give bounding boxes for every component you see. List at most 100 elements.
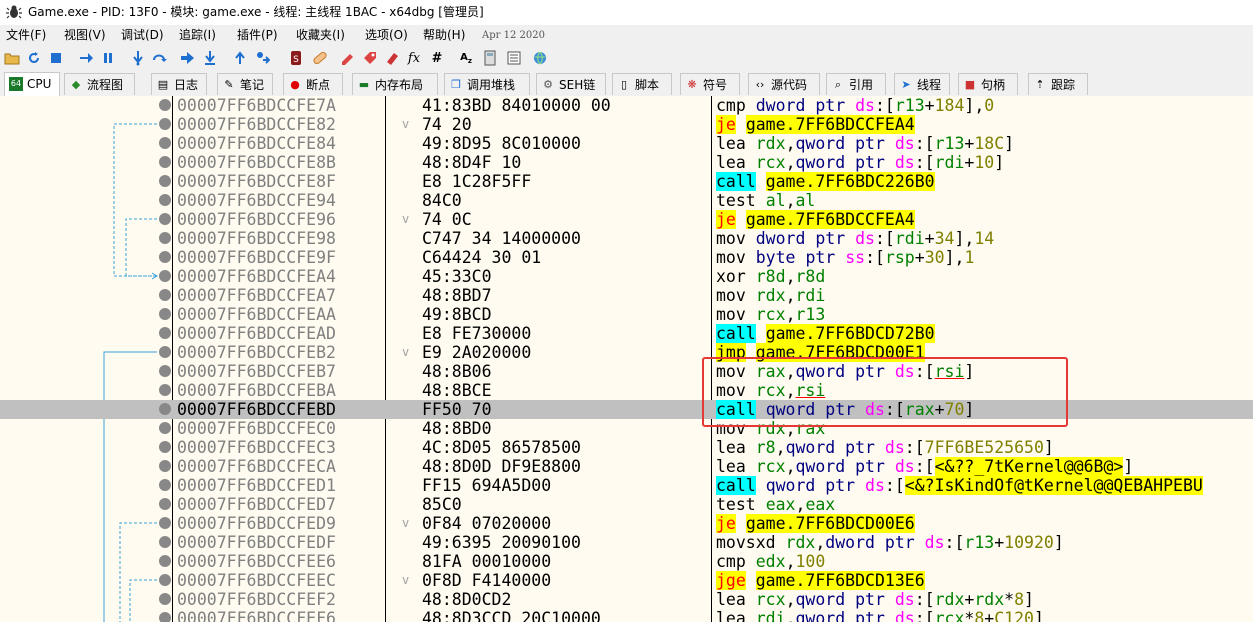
hash-icon[interactable]: # — [428, 50, 444, 66]
tab-graph[interactable]: ◆ 流程图 — [64, 73, 135, 95]
tab-trace[interactable]: ⇡ 跟踪 — [1028, 73, 1088, 95]
open-icon[interactable] — [4, 50, 20, 66]
memory-map-icon[interactable] — [506, 50, 522, 66]
breakpoint-dot-icon[interactable] — [159, 384, 171, 396]
breakpoint-dot-icon[interactable] — [159, 422, 171, 434]
tab-call-stack[interactable]: ❐ 调用堆栈 — [444, 73, 530, 95]
menu-options[interactable]: 选项(O) — [365, 25, 408, 46]
table-row[interactable]: 00007FF6BDCCFE98 C747 34 14000000 mov dwor… — [0, 229, 1253, 248]
breakpoint-dot-icon[interactable] — [159, 593, 171, 605]
table-row[interactable]: 00007FF6BDCCFEA4 45:33C0 xor r8d,r8d — [0, 267, 1253, 286]
memory-icon: ▬ — [358, 78, 370, 91]
table-row[interactable]: 00007FF6BDCCFE96 v 74 0C je game.7FF6BDCCFE… — [0, 210, 1253, 229]
stop-icon[interactable] — [48, 50, 64, 66]
breakpoint-dot-icon[interactable] — [159, 498, 171, 510]
table-row[interactable]: 00007FF6BDCCFED1 FF15 694A5D00 call qword … — [0, 476, 1253, 495]
run-icon[interactable] — [78, 50, 94, 66]
step-over-icon[interactable] — [152, 50, 168, 66]
table-row[interactable]: 00007FF6BDCCFE94 84C0 test al,al — [0, 191, 1253, 210]
pause-icon[interactable] — [100, 50, 116, 66]
table-row[interactable]: 00007FF6BDCCFECA 48:8D0D DF9E8800 lea rcx,… — [0, 457, 1253, 476]
breakpoint-dot-icon[interactable] — [159, 289, 171, 301]
table-row[interactable]: 00007FF6BDCCFE8B 48:8D4F 10 lea rcx,qword … — [0, 153, 1253, 172]
table-row[interactable]: 00007FF6BDCCFE8F E8 1C28F5FF call game.7FF… — [0, 172, 1253, 191]
breakpoint-dot-icon[interactable] — [159, 327, 171, 339]
menu-file[interactable]: 文件(F) — [6, 25, 46, 46]
tab-references[interactable]: ⌕ 引用 — [826, 73, 886, 95]
table-row[interactable]: 00007FF6BDCCFEC3 4C:8D05 86578500 lea r8,q… — [0, 438, 1253, 457]
font-size-icon[interactable]: Az — [458, 50, 474, 66]
table-row[interactable]: 00007FF6BDCCFE84 49:8D95 8C010000 lea rdx,… — [0, 134, 1253, 153]
table-row[interactable]: 00007FF6BDCCFEF2 48:8D0CD2 lea rcx,qword p… — [0, 590, 1253, 609]
tab-threads[interactable]: ➤ 线程 — [894, 73, 950, 95]
breakpoint-dot-icon[interactable] — [159, 479, 171, 491]
restart-icon[interactable] — [26, 50, 42, 66]
comments-icon[interactable] — [340, 50, 356, 66]
table-row[interactable]: 00007FF6BDCCFEE6 81FA 00010000 cmp edx,100 — [0, 552, 1253, 571]
breakpoint-dot-icon[interactable] — [159, 156, 171, 168]
menu-debug[interactable]: 调试(D) — [121, 25, 164, 46]
table-row[interactable]: 00007FF6BDCCFED7 85C0 test eax,eax — [0, 495, 1253, 514]
menu-trace[interactable]: 追踪(I) — [179, 25, 216, 46]
menu-plugins[interactable]: 插件(P) — [237, 25, 278, 46]
calculator-icon[interactable] — [482, 50, 498, 66]
breakpoint-dot-icon[interactable] — [159, 175, 171, 187]
trace-over-icon[interactable] — [202, 50, 218, 66]
table-row[interactable]: 00007FF6BDCCFEEC v 0F8D F4140000 jge game.7… — [0, 571, 1253, 590]
run-to-user-code-icon[interactable] — [254, 50, 270, 66]
tab-handles[interactable]: ■ 句柄 — [958, 73, 1018, 95]
tab-symbols[interactable]: ❋ 符号 — [680, 73, 740, 95]
breakpoint-dot-icon[interactable] — [159, 99, 171, 111]
tab-memory-map[interactable]: ▬ 内存布局 — [352, 73, 438, 95]
table-row[interactable]: 00007FF6BDCCFE82 v 74 20 je game.7FF6BDCCFE… — [0, 115, 1253, 134]
trace-into-icon[interactable] — [180, 50, 196, 66]
step-into-icon[interactable] — [130, 50, 146, 66]
disassembly-view[interactable]: 00007FF6BDCCFE7A 41:83BD 84010000 00 cmp d… — [0, 96, 1253, 622]
breakpoint-dot-icon[interactable] — [159, 555, 171, 567]
labels-icon[interactable] — [362, 50, 378, 66]
table-row[interactable]: 00007FF6BDCCFEAA 49:8BCD mov rcx,r13 — [0, 305, 1253, 324]
breakpoint-dot-icon[interactable] — [159, 346, 171, 358]
tab-source[interactable]: ‹› 源代码 — [748, 73, 820, 95]
breakpoint-dot-icon[interactable] — [159, 460, 171, 472]
table-row[interactable]: 00007FF6BDCCFE7A 41:83BD 84010000 00 cmp d… — [0, 96, 1253, 115]
table-row[interactable]: 00007FF6BDCCFEAD E8 FE730000 call game.7FF… — [0, 324, 1253, 343]
scylla-icon[interactable]: S — [288, 50, 304, 66]
table-row[interactable]: 00007FF6BDCCFED9 v 0F84 07020000 je game.7F… — [0, 514, 1253, 533]
table-row[interactable]: 00007FF6BDCCFEDF 49:6395 20090100 movsxd r… — [0, 533, 1253, 552]
breakpoint-dot-icon[interactable] — [159, 213, 171, 225]
execute-till-return-icon[interactable] — [232, 50, 248, 66]
tab-notes[interactable]: ✎ 笔记 — [217, 73, 273, 95]
patch-icon[interactable] — [312, 50, 328, 66]
table-row[interactable]: 00007FF6BDCCFEF6 48:8D3CCD 20C10000 lea rd… — [0, 609, 1253, 622]
breakpoint-dot-icon[interactable] — [159, 270, 171, 282]
tab-breakpoints[interactable]: ● 断点 — [283, 73, 343, 95]
table-row[interactable]: 00007FF6BDCCFE9F C64424 30 01 mov byte ptr… — [0, 248, 1253, 267]
tab-seh[interactable]: ⚙ SEH链 — [536, 73, 606, 95]
breakpoint-dot-icon[interactable] — [159, 232, 171, 244]
tab-cpu[interactable]: 64 CPU — [4, 72, 60, 96]
breakpoint-dot-icon[interactable] — [159, 574, 171, 586]
breakpoint-dot-icon[interactable] — [159, 308, 171, 320]
menu-favourites[interactable]: 收藏夹(I) — [296, 25, 345, 46]
breakpoint-dot-icon[interactable] — [159, 118, 171, 130]
table-row[interactable]: 00007FF6BDCCFEA7 48:8BD7 mov rdx,rdi — [0, 286, 1253, 305]
breakpoint-dot-icon[interactable] — [159, 536, 171, 548]
breakpoint-dot-icon[interactable] — [159, 612, 171, 622]
breakpoint-dot-icon[interactable] — [159, 194, 171, 206]
instruction-cell: lea rcx,qword ptr ds:[rdx+rdx*8] — [716, 590, 1034, 609]
breakpoint-dot-icon[interactable] — [159, 441, 171, 453]
breakpoint-dot-icon[interactable] — [159, 365, 171, 377]
menu-view[interactable]: 视图(V) — [64, 25, 106, 46]
online-icon[interactable] — [532, 50, 548, 66]
tab-log[interactable]: ▤ 日志 — [151, 73, 207, 95]
menu-help[interactable]: 帮助(H) — [423, 25, 465, 46]
cpu-icon: 64 — [9, 77, 23, 91]
functions-icon[interactable]: fx — [406, 50, 422, 66]
breakpoint-dot-icon[interactable] — [159, 137, 171, 149]
breakpoint-dot-icon[interactable] — [159, 517, 171, 529]
breakpoint-dot-icon[interactable] — [159, 251, 171, 263]
tab-script[interactable]: ▯ 脚本 — [612, 73, 672, 95]
bookmarks-icon[interactable] — [384, 50, 400, 66]
breakpoint-dot-icon[interactable] — [159, 403, 171, 415]
